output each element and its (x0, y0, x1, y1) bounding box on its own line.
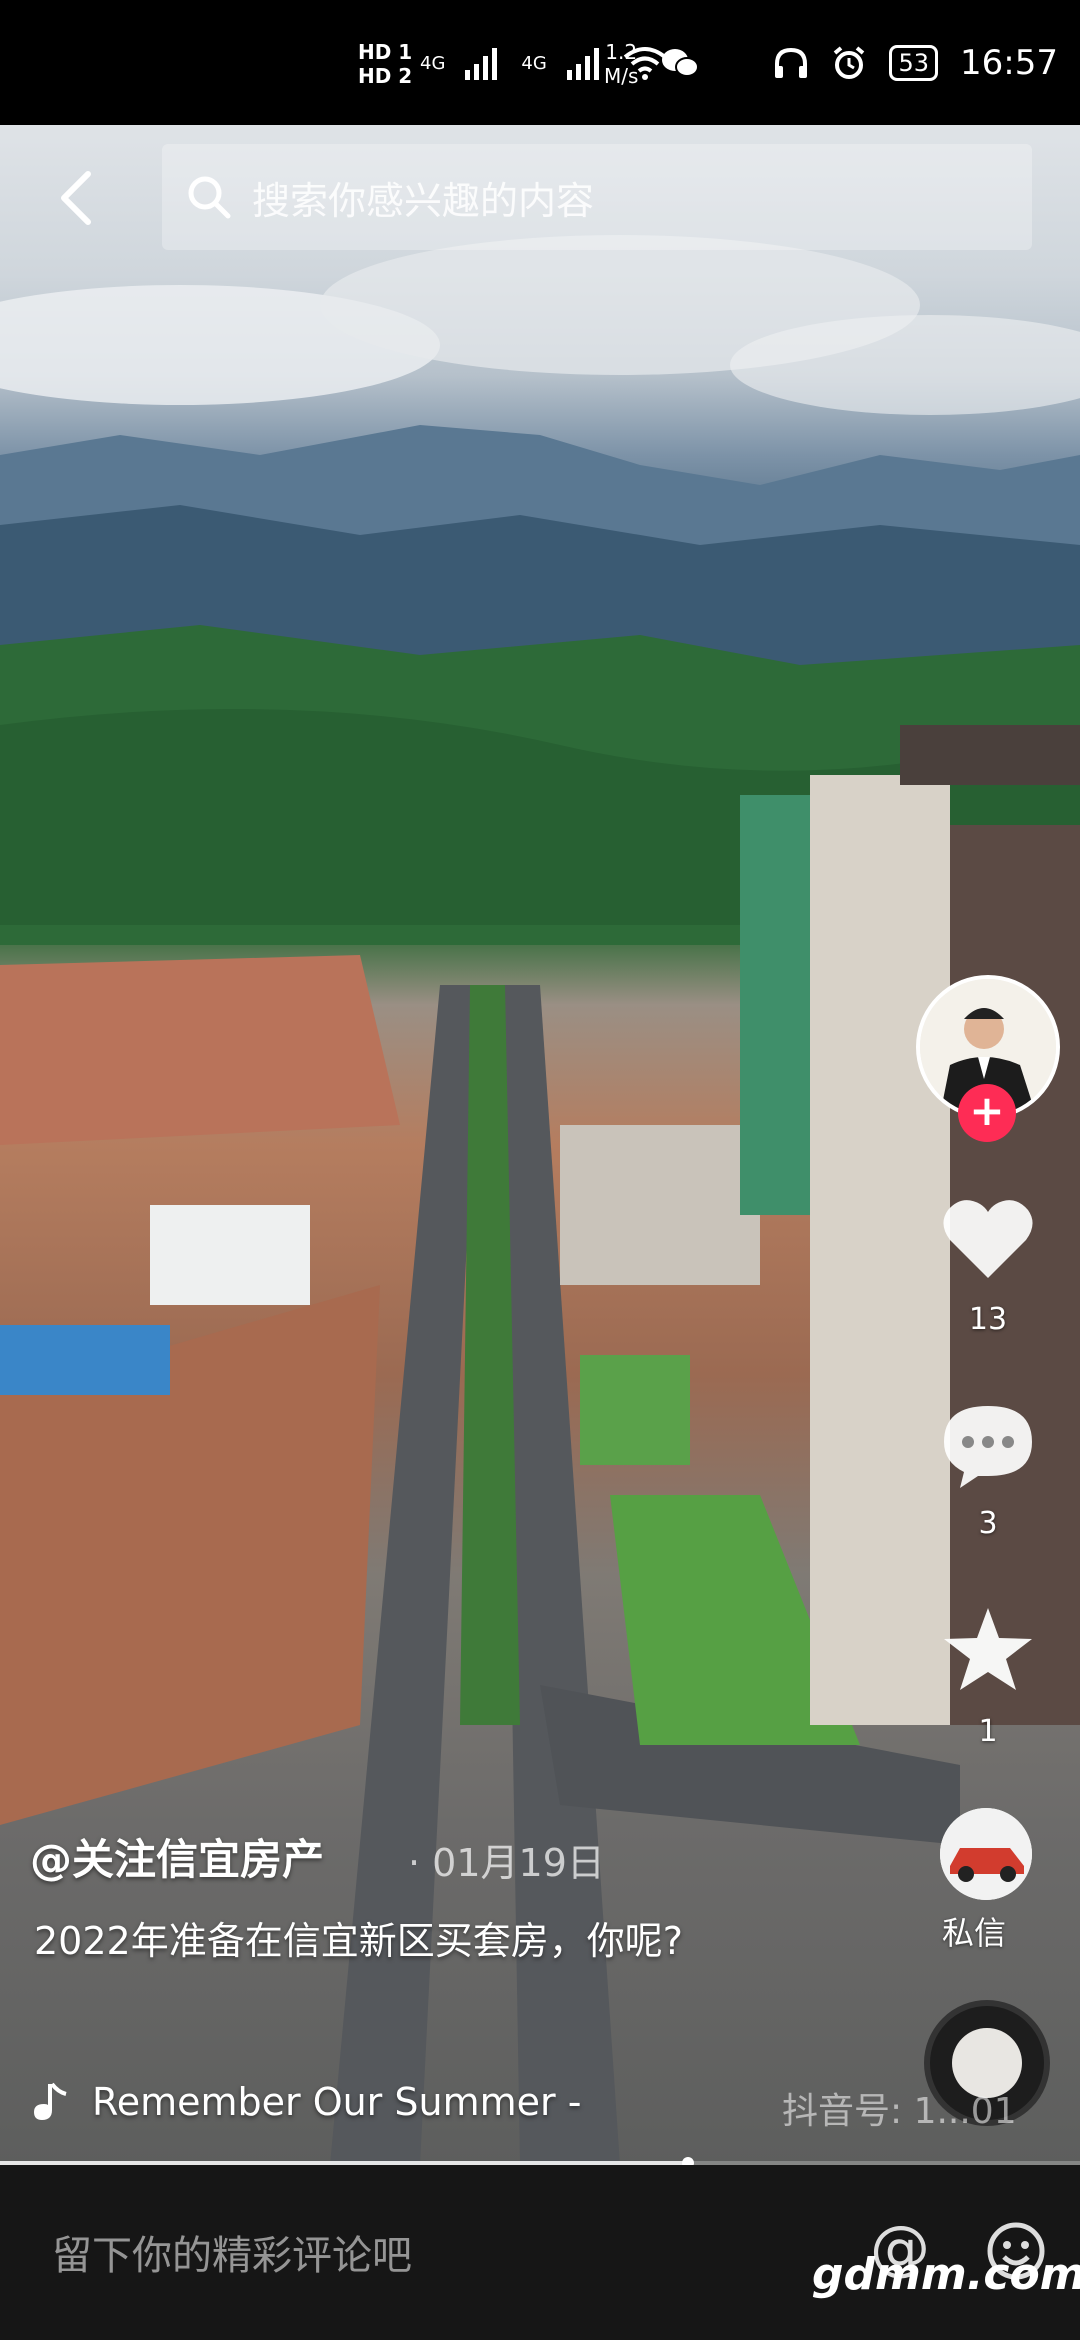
status-bar: HD 1 HD 2 4G 4G 1.2 M/s 53 16:57 (0, 0, 1080, 125)
comment-bar: 留下你的精彩评论吧 @ gdmm.com (0, 2165, 1080, 2340)
douyin-id-watermark: 抖音号: 1...01 (782, 2091, 1017, 2132)
comment-button[interactable] (938, 1400, 1038, 1490)
hd-indicators: HD 1 HD 2 (358, 40, 413, 88)
hd2-badge: HD 2 (358, 64, 413, 88)
favorite-count: 1 (978, 1714, 998, 1749)
like-count: 13 (968, 1302, 1008, 1337)
back-button[interactable] (50, 168, 106, 228)
headphones-icon (775, 47, 808, 78)
direct-message-thumbnail[interactable] (940, 1808, 1032, 1900)
search-placeholder: 搜索你感兴趣的内容 (252, 178, 595, 223)
search-icon (188, 176, 231, 219)
chevron-left-icon (61, 171, 91, 225)
site-watermark: gdmm.com (812, 2249, 1080, 2300)
network-speed: 1.2 M/s (604, 40, 639, 88)
alarm-icon (834, 46, 865, 79)
hd1-badge: HD 1 (358, 40, 413, 64)
music-info[interactable]: Remember Our Summer - (34, 2080, 581, 2124)
star-icon (944, 1608, 1032, 1690)
signal-icon (566, 48, 599, 80)
music-title: Remember Our Summer - (92, 2080, 582, 2124)
heart-icon (943, 1200, 1033, 1278)
follow-button[interactable]: + (958, 1084, 1016, 1142)
post-date: · 01月19日 (408, 1841, 605, 1885)
speed-value: 1.2 (605, 40, 638, 64)
like-button[interactable] (938, 1194, 1038, 1284)
status-right: 53 16:57 (773, 40, 1058, 86)
author-name[interactable]: @关注信宜房产 (30, 1826, 324, 1887)
net-type-2: 4G (521, 52, 547, 74)
music-note-icon (34, 2082, 67, 2120)
wechat-icon (660, 40, 700, 86)
favorite-button[interactable] (938, 1604, 1038, 1694)
comment-count: 3 (978, 1506, 998, 1541)
car-thumbnail-image (940, 1808, 1032, 1900)
speed-unit: M/s (604, 64, 639, 88)
comment-icon (944, 1406, 1032, 1488)
video-description: 2022年准备在信宜新区买套房，你呢? (34, 1919, 683, 1963)
douyin-video-page: { "status_bar": { "hd1": "HD 1", "hd2": … (0, 0, 1080, 2340)
direct-message-label[interactable]: 私信 (942, 1908, 1006, 1954)
battery-indicator: 53 (889, 45, 939, 81)
clock: 16:57 (960, 43, 1058, 83)
signal-icon (465, 48, 498, 80)
search-bar[interactable]: 搜索你感兴趣的内容 (162, 144, 1032, 250)
net-type-1: 4G (420, 52, 446, 74)
comment-input[interactable]: 留下你的精彩评论吧 (52, 2223, 412, 2281)
